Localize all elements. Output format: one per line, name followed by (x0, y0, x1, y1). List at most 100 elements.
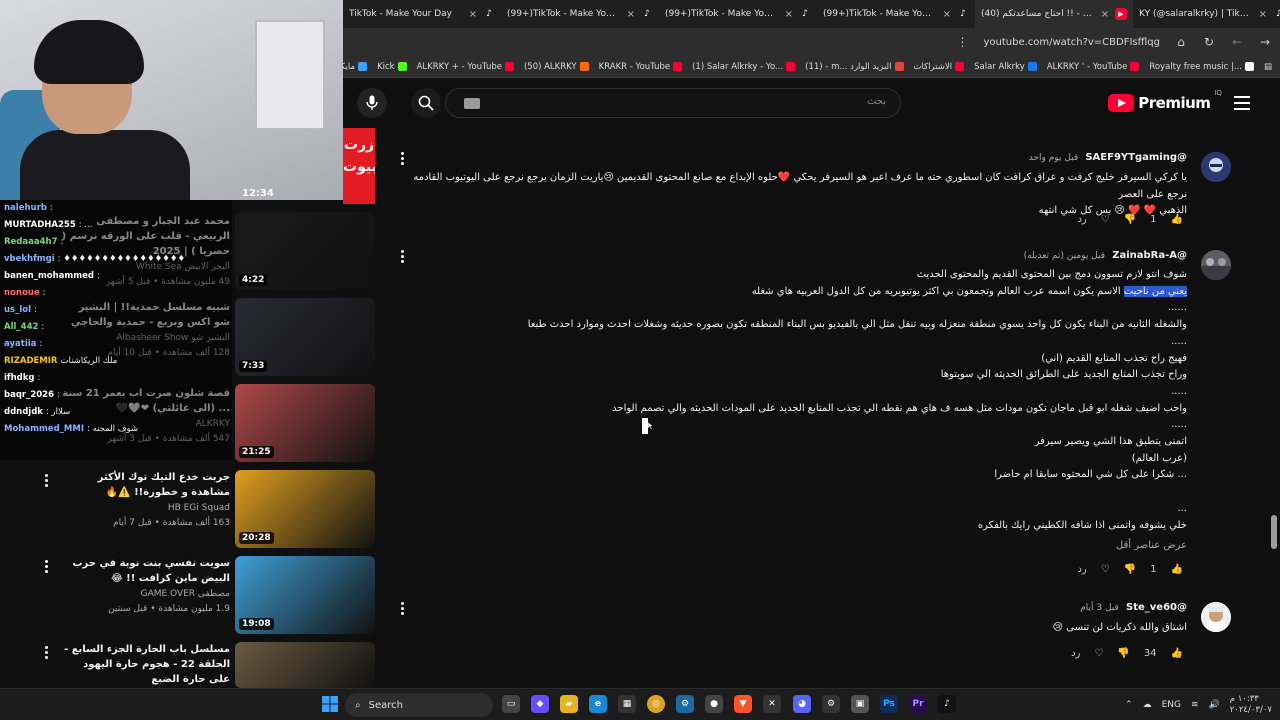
chat-username[interactable]: RIZADEMIR (4, 356, 57, 366)
hamburger-menu-icon[interactable] (1234, 96, 1250, 110)
menu-dots-icon[interactable]: ⋮ (955, 35, 969, 49)
all-bookmarks-icon[interactable]: ▤ (1264, 62, 1272, 72)
chat-username[interactable]: nonoue (4, 288, 40, 298)
video-thumbnail[interactable]: 21:25 (235, 384, 375, 462)
keyboard-icon[interactable] (464, 98, 480, 109)
bookmark-item[interactable]: Kick (377, 62, 407, 72)
chrome-icon[interactable]: ◎ (647, 695, 665, 713)
comment-author[interactable]: @Ste_ve60 (1126, 602, 1187, 613)
browser-tab[interactable]: (40) احتاج مساعدتكم !! - YouTube × ▶ (975, 0, 1133, 28)
comment-time[interactable]: قبل يوم واحد (1029, 153, 1078, 163)
dislike-button[interactable]: 👎 (1117, 648, 1129, 659)
comment-author[interactable]: @ZainabRa-A (1112, 250, 1187, 261)
close-tab-icon[interactable]: × (943, 9, 951, 20)
video-title[interactable]: سويت نفسي بنت نوبة في حرب البيض ماين كرا… (60, 556, 230, 586)
bookmark-item[interactable]: ALKRKY ' - YouTube (1047, 62, 1140, 72)
reply-button[interactable]: رد (1077, 564, 1086, 575)
comment-more-icon[interactable] (401, 602, 404, 615)
tray-chevron-icon[interactable]: ⌃ (1125, 700, 1133, 710)
like-button[interactable]: 👍 (1171, 648, 1183, 659)
windows-start-icon[interactable] (321, 695, 339, 713)
volume-icon[interactable]: 🔊 (1209, 700, 1220, 710)
bookmark-item[interactable]: الاشتراكات (914, 62, 965, 72)
bookmark-item[interactable]: (1) Salar Alkrky - Yo... (692, 62, 796, 72)
voice-search-button[interactable] (357, 88, 387, 118)
home-icon[interactable]: ⌂ (1174, 35, 1188, 49)
steam-icon[interactable]: ⚙ (676, 695, 694, 713)
forward-icon[interactable]: → (1258, 35, 1272, 49)
video-title[interactable]: جربت خدع التيك توك الأكثر مشاهدة و خطورة… (60, 470, 230, 500)
snipping-icon[interactable]: ▣ (851, 695, 869, 713)
video-channel[interactable]: HB EGi Squad (60, 500, 230, 516)
bookmark-item[interactable]: (11) - m... البريد الوارد (805, 62, 904, 72)
youtube-logo[interactable]: Premium IQ (1108, 89, 1222, 112)
close-tab-icon[interactable]: × (785, 9, 793, 20)
edge-icon[interactable]: e (589, 695, 607, 713)
avatar[interactable] (1201, 152, 1231, 182)
capcut-icon[interactable]: ✕ (763, 695, 781, 713)
heart-icon[interactable]: ♡ (1101, 564, 1110, 575)
obs-icon[interactable]: ● (705, 695, 723, 713)
bookmark-item[interactable]: ALKRKY + - YouTube (417, 62, 514, 72)
video-thumbnail[interactable]: 4:22 (235, 212, 375, 290)
chat-username[interactable]: All_442 (4, 322, 38, 332)
video-more-icon[interactable] (42, 474, 50, 488)
bookmark-item[interactable]: Salar Alkrky (974, 62, 1037, 72)
video-info[interactable]: شبيه مسلسل حمدية!! | البشير شو اكس وبريع… (60, 300, 230, 360)
chat-username[interactable]: ayatiia (4, 339, 36, 349)
reply-button[interactable]: رد (1071, 648, 1080, 659)
promo-thumbnail-text[interactable]: زرت بيوت (343, 128, 375, 204)
video-title[interactable]: مسلسل باب الحارة الجزء السابع - الحلقة 2… (60, 642, 230, 687)
chat-username[interactable]: baqr_2026 (4, 390, 54, 400)
browser-tab[interactable]: (99+)TikTok - Make Your Day × ♪ (659, 0, 817, 28)
comment-more-icon[interactable] (401, 152, 404, 165)
reload-icon[interactable]: ↻ (1202, 35, 1216, 49)
browser-tab[interactable]: TikTok - Make Your Day × ♪ (343, 0, 501, 28)
comment-time[interactable]: قبل 3 أيام (1080, 603, 1119, 613)
browser-tab[interactable]: (99+)TikTok - Make Your Day × ♪ (817, 0, 975, 28)
video-title[interactable]: شبيه مسلسل حمدية!! | البشير شو اكس وبريع… (60, 300, 230, 330)
chat-username[interactable]: nalehurb (4, 203, 47, 213)
video-more-icon[interactable] (42, 560, 50, 574)
video-thumbnail[interactable] (235, 642, 375, 688)
brave-icon[interactable]: ▼ (734, 695, 752, 713)
comment-more-icon[interactable] (401, 250, 404, 263)
like-button[interactable]: 👍 (1171, 564, 1183, 575)
bookmark-item[interactable]: (50) ALKRKY (524, 62, 589, 72)
video-info[interactable]: قصة شلون صرت اب بعمر 21 سنة ... (الى عائ… (60, 386, 230, 446)
close-tab-icon[interactable]: × (1101, 9, 1109, 20)
chat-username[interactable]: ddndjdk (4, 407, 43, 417)
lang-indicator[interactable]: ENG (1162, 700, 1181, 710)
close-tab-icon[interactable]: × (627, 9, 635, 20)
cloud-icon[interactable]: ☁ (1143, 700, 1152, 710)
chat-username[interactable]: us_lol (4, 305, 31, 315)
clock[interactable]: ١٠:٣٣ م ٢٠٢٤/٠٣/٠٧ (1230, 694, 1272, 716)
back-icon[interactable]: ← (1230, 35, 1244, 49)
settings-icon[interactable]: ⚙ (822, 695, 840, 713)
close-tab-icon[interactable]: × (1259, 9, 1267, 20)
video-thumbnail[interactable]: 19:08 (235, 556, 375, 634)
reply-button[interactable]: رد (1077, 214, 1086, 225)
comment-author[interactable]: @SAEF9YTgaming (1085, 152, 1187, 163)
photoshop-icon[interactable]: Ps (880, 695, 898, 713)
video-channel[interactable]: مصطفى GAME OVER (60, 586, 230, 602)
dislike-button[interactable]: 👎 (1124, 214, 1136, 225)
store-icon[interactable]: ▦ (618, 695, 636, 713)
video-info[interactable]: محمد عبد الجبار و مصطفى الربيعي - قلب عل… (60, 214, 230, 289)
bookmark-item[interactable]: مايكرافت (343, 62, 368, 72)
browser-tab[interactable]: KY (@salaralkrky) | TikTok(+99) × ♪ (1133, 0, 1280, 28)
browser-tab[interactable]: (99+)TikTok - Make Your Day × ♪ (501, 0, 659, 28)
file-explorer-icon[interactable]: ▰ (560, 695, 578, 713)
bookmark-item[interactable]: Royalty free music |... (1149, 62, 1254, 72)
search-input[interactable]: بحث (445, 88, 901, 118)
video-channel[interactable]: البحر الابيض White Sea (60, 259, 230, 275)
like-button[interactable]: 👍 (1171, 214, 1183, 225)
video-title[interactable]: قصة شلون صرت اب بعمر 21 سنة ... (الى عائ… (60, 386, 230, 416)
avatar[interactable] (1201, 250, 1231, 280)
video-info[interactable]: جربت خدع التيك توك الأكثر مشاهدة و خطورة… (60, 470, 230, 530)
dislike-button[interactable]: 👎 (1124, 564, 1136, 575)
show-less-link[interactable]: عرض عناصر أقل (1116, 538, 1187, 555)
wifi-icon[interactable]: ≋ (1191, 700, 1199, 710)
video-more-icon[interactable] (42, 646, 50, 660)
premiere-icon[interactable]: Pr (909, 695, 927, 713)
